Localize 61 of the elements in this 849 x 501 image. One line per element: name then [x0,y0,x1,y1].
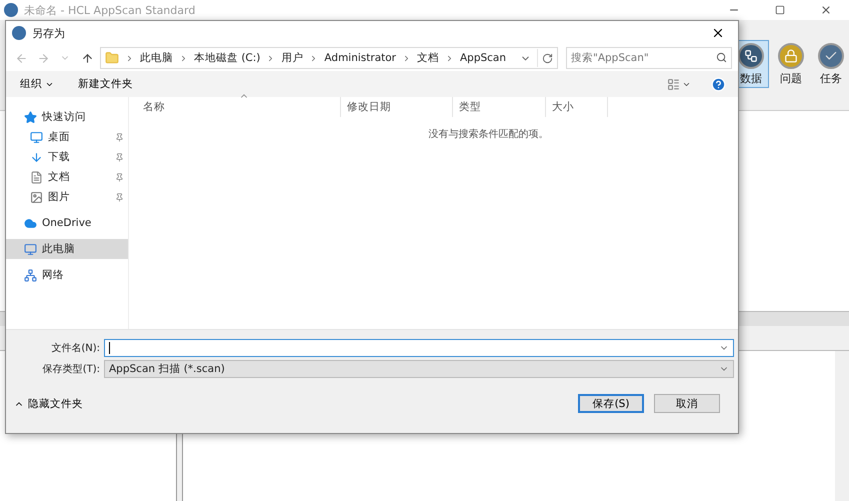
chevron-right-icon [179,54,188,62]
monitor-icon [30,130,43,144]
breadcrumb-item[interactable]: 用户 [281,51,304,65]
window-title: 未命名 - HCL AppScan Standard [24,2,196,18]
maximize-icon [775,5,785,15]
breadcrumb-item[interactable]: Administrator [324,52,396,64]
up-arrow-icon [80,52,94,64]
nav-item[interactable]: 此电脑 [6,239,128,259]
nav-item[interactable]: 网络 [6,265,128,285]
nav-item[interactable]: 图片 [6,187,128,207]
breadcrumb-item[interactable]: 本地磁盘 (C:) [194,51,260,65]
down-arrow-icon [30,150,43,164]
new-folder-button[interactable]: 新建文件夹 [76,75,135,93]
refresh-icon [542,52,553,64]
hierarchy-icon [744,49,758,63]
document-icon [30,170,43,184]
empty-message: 没有与搜索条件匹配的项。 [428,128,550,141]
vertical-scrollbar[interactable] [835,351,849,501]
picture-icon [30,190,43,204]
column-header[interactable]: 类型 [453,97,546,117]
list-view-icon [667,78,680,90]
ribbon-button[interactable]: 任务 [813,40,849,88]
close-icon [820,4,832,16]
address-bar[interactable]: 此电脑 本地磁盘 (C:) 用户 Administrator 文档 AppScan [100,47,558,69]
app-logo-icon [12,26,26,40]
search-icon [716,52,727,63]
breadcrumb-item[interactable]: 文档 [416,51,439,65]
hide-folders-button[interactable]: 隐藏文件夹 [14,396,83,410]
back-arrow-icon [14,52,28,64]
forward-arrow-icon [36,52,50,64]
ribbon-button[interactable]: 问题 [773,40,809,88]
nav-item[interactable]: 文档 [6,167,128,187]
save-type-dropdown[interactable]: AppScan 扫描 (*.scan) [104,360,734,378]
nav-item[interactable]: 快速访问 [6,107,128,127]
nav-item[interactable]: 下载 [6,147,128,167]
dialog-button[interactable]: 取消 [654,394,720,413]
dialog-button[interactable]: 保存(S) [578,394,644,413]
dialog-title: 另存为 [32,26,66,40]
organize-menu-button[interactable]: 组织 [18,75,56,93]
breadcrumb-item[interactable]: AppScan [460,52,506,64]
nav-item[interactable]: OneDrive [6,213,128,233]
star-icon [24,110,37,124]
close-icon [711,26,725,40]
field-label: 保存类型(T): [42,362,100,376]
breadcrumb-item[interactable]: 此电脑 [140,51,173,65]
monitor-icon [24,242,37,256]
help-icon[interactable] [711,76,726,92]
chevron-right-icon [125,54,134,62]
search-field[interactable]: 搜索"AppScan" [566,47,732,69]
network-icon [24,268,37,282]
view-options-button[interactable] [667,78,691,90]
lock-icon [784,49,798,63]
column-header[interactable]: 名称 [137,97,341,117]
column-header[interactable]: 大小 [546,97,608,117]
column-header[interactable]: 修改日期 [341,97,453,117]
folder-icon [105,51,119,65]
field-label: 文件名(N): [50,342,100,355]
app-logo-icon [4,3,18,17]
file-name-field[interactable] [104,339,734,357]
nav-item[interactable]: 桌面 [6,127,128,147]
cloud-icon [24,216,37,230]
